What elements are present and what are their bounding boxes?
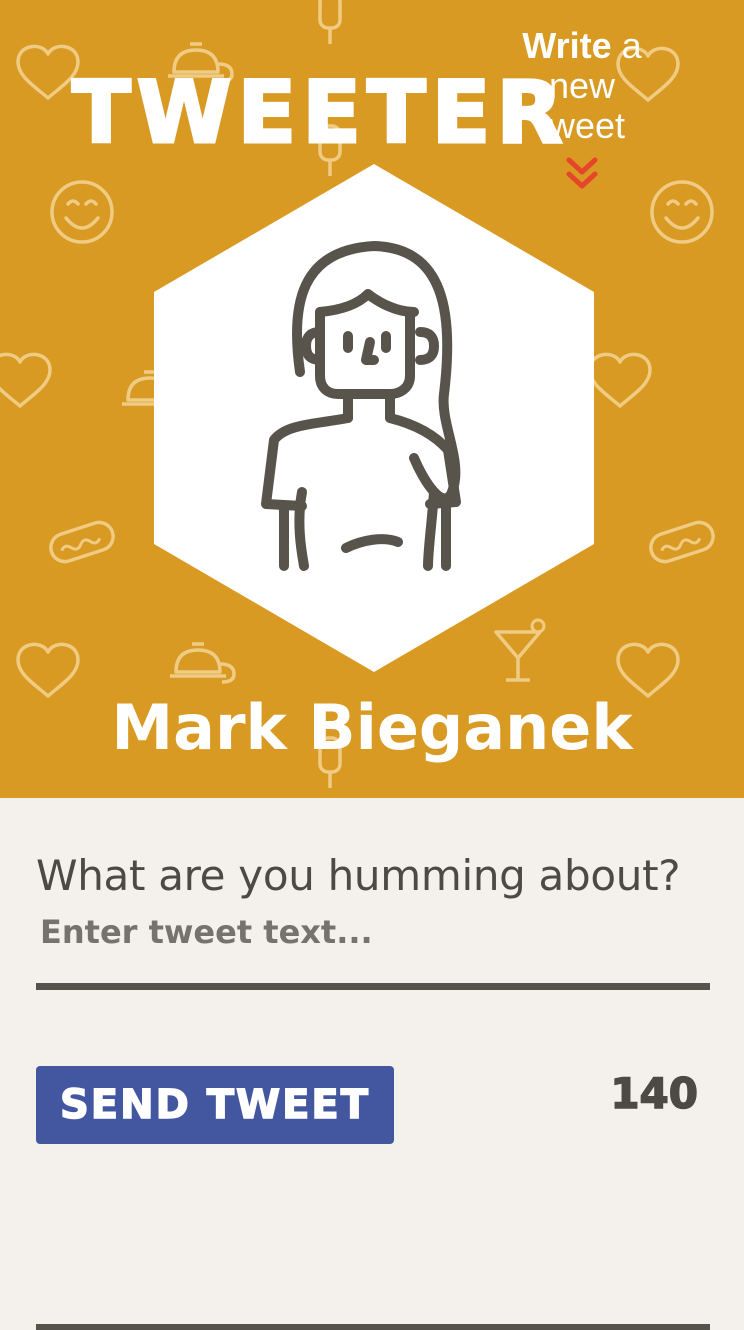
character-counter: 140 bbox=[610, 1068, 699, 1119]
app-root: TWEETER Write a new tweet Mark Bieganek … bbox=[0, 0, 744, 1330]
write-toggle-strong: Write bbox=[522, 25, 612, 66]
write-toggle-line3: tweet bbox=[538, 105, 626, 146]
bottom-divider bbox=[36, 1324, 710, 1330]
profile-name: Mark Bieganek bbox=[111, 691, 633, 764]
woman-avatar-icon bbox=[154, 164, 594, 672]
compose-label: What are you humming about? bbox=[36, 851, 681, 900]
profile-header: TWEETER Write a new tweet Mark Bieganek bbox=[0, 0, 744, 798]
write-toggle-line2: new bbox=[548, 65, 616, 106]
avatar bbox=[152, 162, 596, 674]
write-toggle-line1: Write a bbox=[500, 26, 664, 66]
compose-form: What are you humming about? bbox=[36, 850, 710, 990]
tweet-text-input[interactable] bbox=[36, 910, 710, 990]
send-tweet-button[interactable]: Send Tweet bbox=[36, 1066, 394, 1144]
brand-logo: TWEETER bbox=[71, 63, 569, 163]
write-toggle-rest: a bbox=[621, 25, 642, 66]
